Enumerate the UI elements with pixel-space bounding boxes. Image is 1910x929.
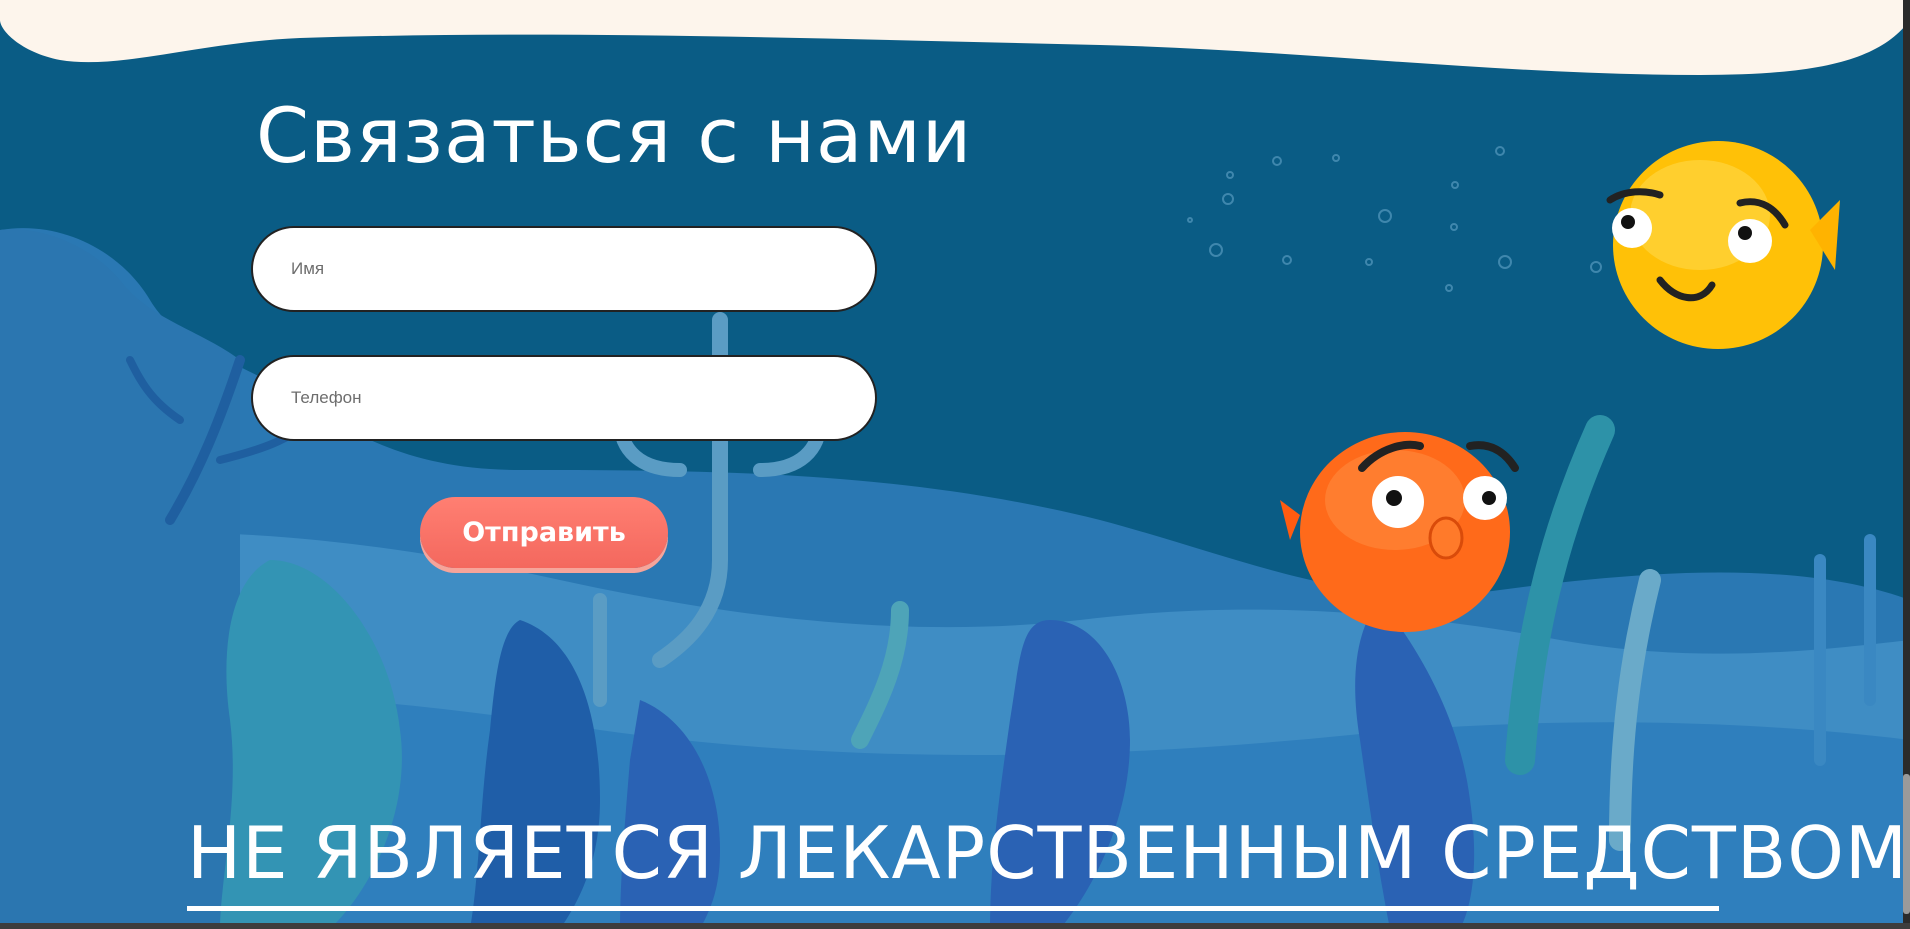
phone-input[interactable] <box>251 355 877 441</box>
name-input[interactable] <box>251 226 877 312</box>
submit-button[interactable]: Отправить <box>420 497 668 568</box>
bottom-edge <box>0 923 1910 929</box>
scrollbar[interactable] <box>1903 0 1910 923</box>
disclaimer-heading: НЕ ЯВЛЯЕТСЯ ЛЕКАРСТВЕННЫМ СРЕДСТВОМ <box>187 811 1909 895</box>
page-title: Связаться с нами <box>256 91 973 180</box>
disclaimer-underline <box>187 906 1719 911</box>
scrollbar-thumb[interactable] <box>1903 774 1910 914</box>
